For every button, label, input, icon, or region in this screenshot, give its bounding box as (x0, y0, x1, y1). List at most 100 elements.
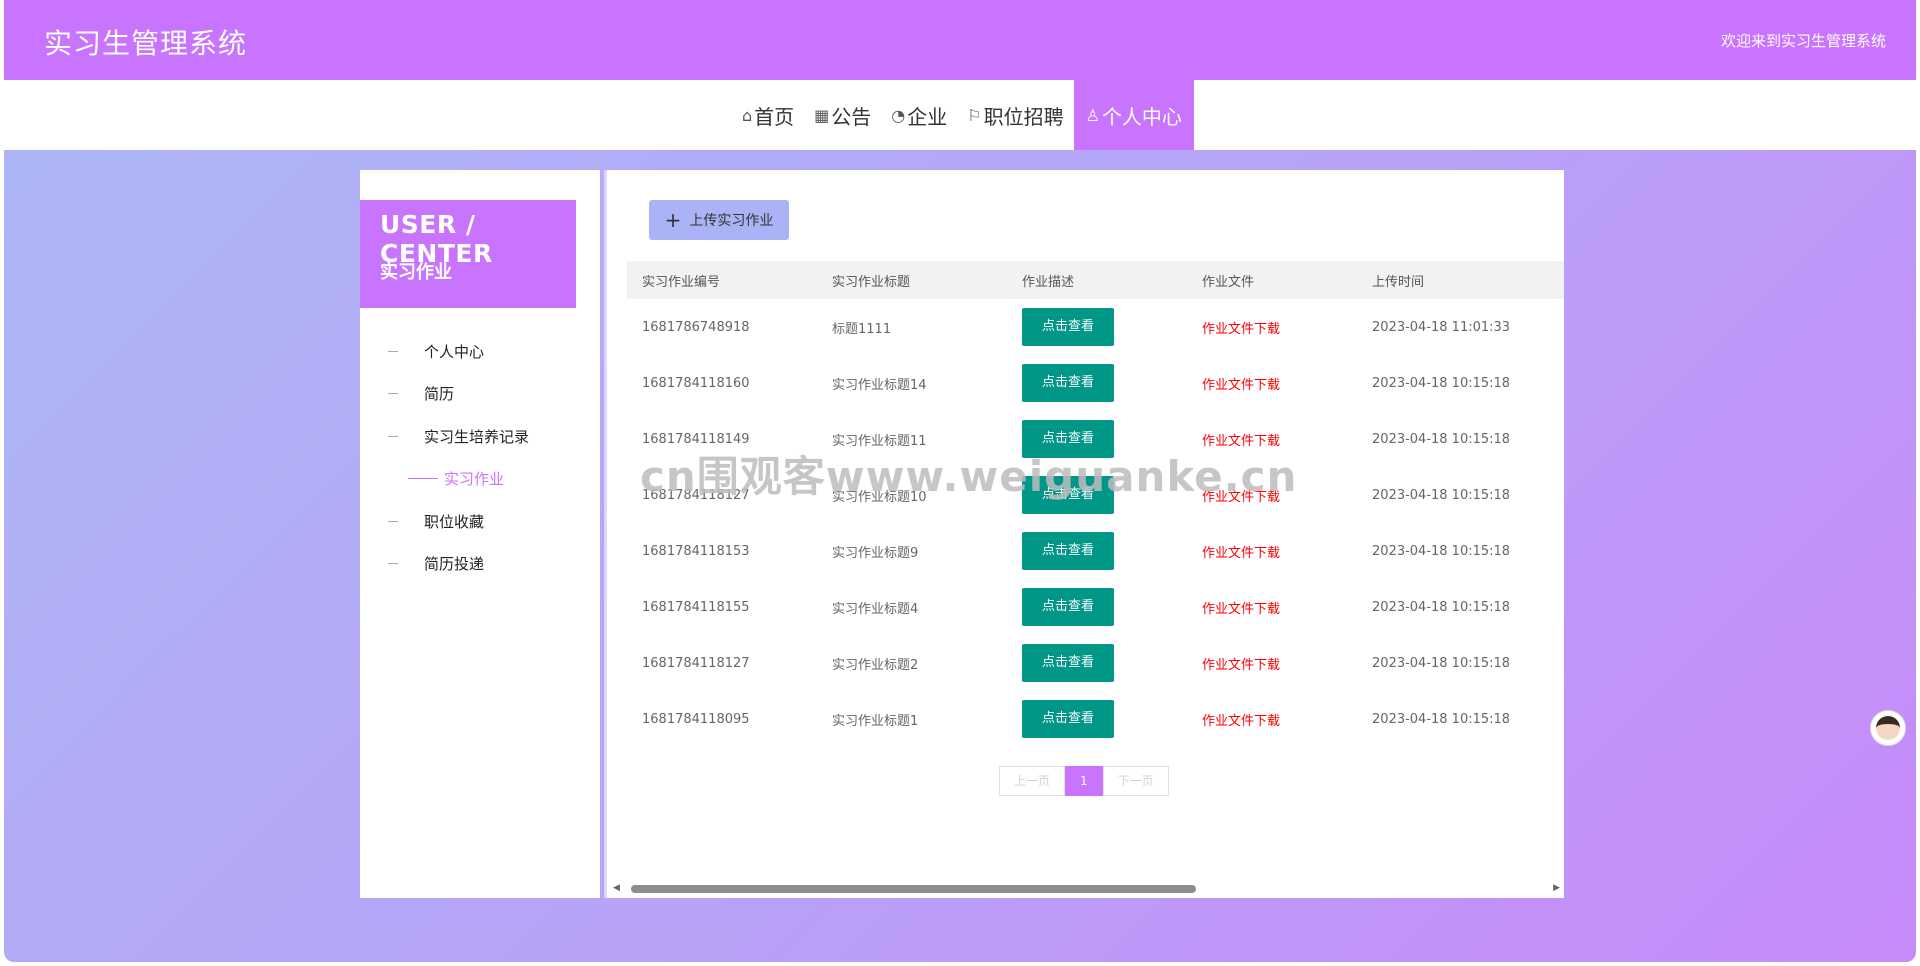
download-file-link[interactable]: 作业文件下载 (1202, 658, 1280, 673)
nav-label: 首页 (754, 104, 795, 129)
upload-time: 2023-04-18 10:15:18 (1372, 655, 1511, 671)
sidebar-item-job-favorites[interactable]: 职位收藏 (360, 500, 600, 543)
scroll-right-icon[interactable]: ▶ (1553, 883, 1560, 893)
assignment-title: 实习作业标题4 (832, 601, 919, 617)
view-description-button[interactable]: 点击查看 (1022, 644, 1114, 682)
prev-page-button[interactable]: 上一页 (999, 766, 1066, 796)
app-frame: 实习生管理系统 欢迎来到实习生管理系统 ⌂ 首页 ▦ 公告 ◔ 企业 ⚐ 职位招… (4, 0, 1916, 962)
upload-time: 2023-04-18 10:15:18 (1372, 711, 1511, 727)
view-description-button[interactable]: 点击查看 (1022, 308, 1114, 346)
sidebar-header: USER / CENTER 实习作业 (360, 200, 576, 308)
brand-title: 实习生管理系统 (44, 27, 248, 60)
assignment-id: 1681784118160 (642, 375, 750, 391)
active-line-icon (408, 478, 438, 480)
assignment-id: 1681784118095 (642, 711, 750, 727)
avatar-face-icon (1876, 716, 1900, 740)
view-description-button[interactable]: 点击查看 (1022, 532, 1114, 570)
view-description-button[interactable]: 点击查看 (1022, 364, 1114, 402)
sidebar-item-label: 实习生培养记录 (424, 427, 530, 446)
column-header: 作业文件 (1202, 274, 1255, 290)
assignment-title: 实习作业标题1 (832, 713, 919, 729)
main-nav: ⌂ 首页 ▦ 公告 ◔ 企业 ⚐ 职位招聘 ♙ 个人中心 (4, 80, 1916, 150)
sidebar-item-training-records[interactable]: 实习生培养记录 (360, 415, 600, 458)
nav-label: 职位招聘 (983, 104, 1064, 129)
scrollbar-thumb[interactable] (631, 885, 1196, 893)
sidebar: USER / CENTER 实习作业 个人中心 简历 实习生培养记录 实习作业 (360, 170, 600, 898)
assignment-id: 1681784118127 (642, 655, 750, 671)
table-row: 1681784118155 实习作业标题4 点击查看 作业文件下载 2023-0… (627, 579, 1564, 635)
upload-time: 2023-04-18 10:15:18 (1372, 487, 1511, 503)
table-row: 1681784118160 实习作业标题14 点击查看 作业文件下载 2023-… (627, 355, 1564, 411)
pagination: 上一页 1 下一页 (999, 766, 1169, 796)
next-page-button[interactable]: 下一页 (1102, 766, 1169, 796)
column-header: 实习作业标题 (832, 274, 911, 290)
page-number-current[interactable]: 1 (1065, 766, 1103, 796)
table-row: 1681784118127 实习作业标题2 点击查看 作业文件下载 2023-0… (627, 635, 1564, 691)
sidebar-item-label: 简历 (424, 385, 455, 404)
horizontal-scrollbar[interactable]: ◀ ▶ (609, 880, 1564, 896)
upload-assignment-button[interactable]: + 上传实习作业 (649, 200, 789, 240)
column-header: 实习作业编号 (642, 274, 721, 290)
assignment-title: 实习作业标题2 (832, 657, 919, 673)
nav-item-company[interactable]: ◔ 企业 (881, 80, 957, 150)
view-description-button[interactable]: 点击查看 (1022, 588, 1114, 626)
upload-time: 2023-04-18 11:01:33 (1372, 319, 1511, 335)
top-header: 实习生管理系统 欢迎来到实习生管理系统 (4, 0, 1916, 80)
upload-time: 2023-04-18 10:15:18 (1372, 543, 1511, 559)
welcome-text: 欢迎来到实习生管理系统 (1720, 32, 1886, 50)
view-description-button[interactable]: 点击查看 (1022, 700, 1114, 738)
download-file-link[interactable]: 作业文件下载 (1202, 378, 1280, 393)
nav-label: 企业 (907, 104, 948, 129)
dash-icon (388, 563, 398, 565)
assignment-id: 1681786748918 (642, 319, 750, 335)
sidebar-item-label: 简历投递 (424, 555, 485, 574)
sidebar-subtitle: 实习作业 (380, 262, 452, 283)
nav-item-notice[interactable]: ▦ 公告 (804, 80, 881, 150)
table-row: 1681784118095 实习作业标题1 点击查看 作业文件下载 2023-0… (627, 691, 1564, 747)
assignments-table: 实习作业编号 实习作业标题 作业描述 作业文件 上传时间 16817867489… (627, 261, 1564, 747)
dash-icon (388, 350, 398, 352)
table-row: 1681784118153 实习作业标题9 点击查看 作业文件下载 2023-0… (627, 523, 1564, 579)
sidebar-item-resume[interactable]: 简历 (360, 373, 600, 416)
nav-label: 个人中心 (1101, 104, 1182, 129)
assignment-title: 实习作业标题9 (832, 545, 919, 561)
dash-icon (388, 520, 398, 522)
upload-button-label: 上传实习作业 (689, 213, 774, 229)
upload-time: 2023-04-18 10:15:18 (1372, 431, 1511, 447)
scroll-left-icon[interactable]: ◀ (613, 883, 620, 893)
upload-time: 2023-04-18 10:15:18 (1372, 599, 1511, 615)
user-icon: ♙ (1085, 105, 1100, 125)
upload-time: 2023-04-18 10:15:18 (1372, 375, 1511, 391)
sidebar-item-assignments[interactable]: 实习作业 (360, 458, 600, 501)
plus-icon: + (664, 208, 682, 232)
download-file-link[interactable]: 作业文件下载 (1202, 322, 1280, 337)
main-content: + 上传实习作业 实习作业编号 实习作业标题 作业描述 作业文件 上传时间 16… (604, 170, 1564, 898)
sidebar-item-label: 个人中心 (424, 342, 485, 361)
download-file-link[interactable]: 作业文件下载 (1202, 602, 1280, 617)
dash-icon (388, 393, 398, 395)
watermark: cn围观客www.weiguanke.cn (640, 452, 1298, 501)
sidebar-item-resume-submissions[interactable]: 简历投递 (360, 543, 600, 586)
assignment-title: 标题1111 (832, 321, 892, 337)
table-header-row: 实习作业编号 实习作业标题 作业描述 作业文件 上传时间 (627, 261, 1564, 299)
assignment-id: 1681784118155 (642, 599, 750, 615)
nav-item-jobs[interactable]: ⚐ 职位招聘 (957, 80, 1073, 150)
sidebar-menu: 个人中心 简历 实习生培养记录 实习作业 职位收藏 简历投递 (360, 330, 600, 585)
flag-icon: ⚐ (967, 105, 982, 125)
download-file-link[interactable]: 作业文件下载 (1202, 714, 1280, 729)
gauge-icon: ◔ (891, 105, 906, 125)
download-file-link[interactable]: 作业文件下载 (1202, 546, 1280, 561)
assignment-id: 1681784118153 (642, 543, 750, 559)
nav-item-user-center[interactable]: ♙ 个人中心 (1073, 80, 1194, 150)
nav-label: 公告 (831, 104, 872, 129)
assignment-title: 实习作业标题14 (832, 377, 927, 393)
sidebar-item-user-center[interactable]: 个人中心 (360, 330, 600, 373)
sidebar-item-label: 职位收藏 (424, 512, 485, 531)
dash-icon (388, 435, 398, 437)
table-row: 1681786748918 标题1111 点击查看 作业文件下载 2023-04… (627, 299, 1564, 355)
nav-item-home[interactable]: ⌂ 首页 (732, 80, 804, 150)
home-icon: ⌂ (742, 105, 753, 125)
notice-icon: ▦ (814, 105, 830, 125)
support-avatar[interactable] (1870, 710, 1906, 746)
column-header: 作业描述 (1022, 274, 1075, 290)
